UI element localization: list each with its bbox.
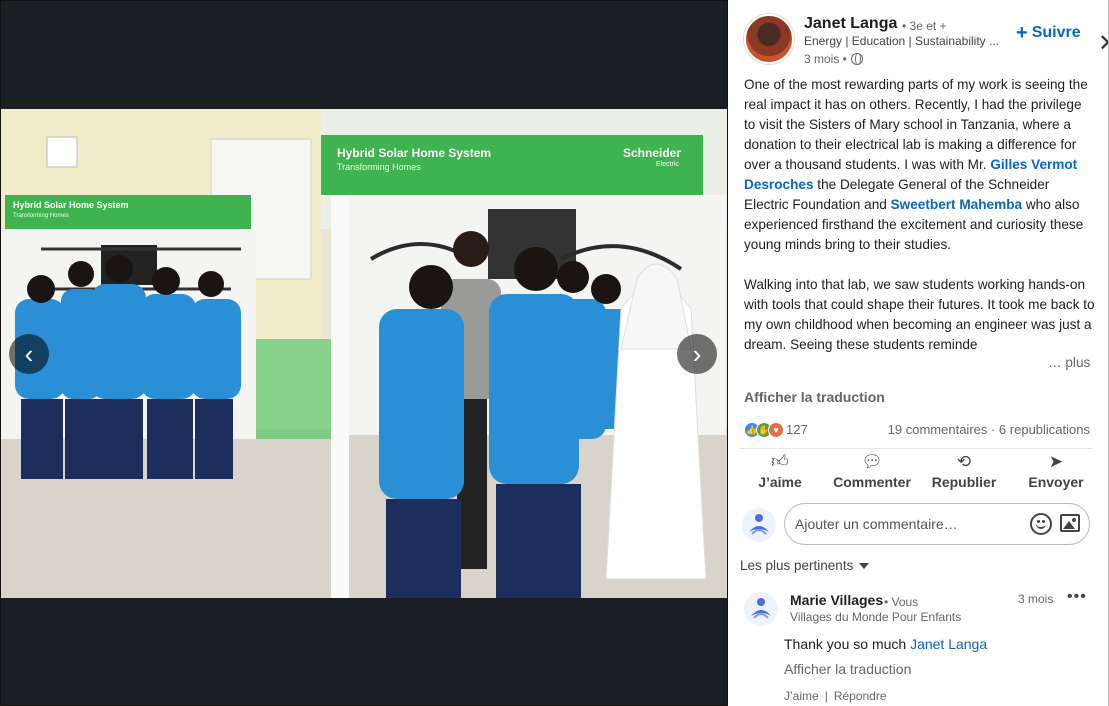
comment-text: Thank you so much Janet Langa <box>784 636 988 652</box>
commenter-you-badge: • Vous <box>884 595 919 609</box>
reaction-icons[interactable]: 👍 ✋ ♥ <box>744 422 784 438</box>
commenter-name[interactable]: Marie Villages <box>790 592 883 608</box>
close-icon[interactable]: ✕ <box>1096 32 1108 56</box>
chevron-right-icon: › <box>692 339 702 369</box>
comment-separator: | <box>824 689 828 703</box>
photo-illustration: Hybrid Solar Home System Transforming Ho… <box>1 109 727 598</box>
post-photo: Hybrid Solar Home System Transforming Ho… <box>1 109 727 598</box>
post-time: 3 mois • <box>804 52 847 66</box>
next-image-button[interactable]: › <box>677 334 717 374</box>
post-timestamp: 3 mois • <box>804 52 863 66</box>
commenter-avatar[interactable] <box>744 592 778 626</box>
comment-button[interactable]: 💬︎ Commenter <box>832 452 912 496</box>
brand-logo-sub: Electric <box>656 161 679 168</box>
mention-sweetbert[interactable]: Sweetbert Mahemba <box>891 197 1022 212</box>
chevron-left-icon: ‹ <box>24 339 34 369</box>
comment-reply-button[interactable]: Répondre <box>834 689 887 703</box>
previous-image-button[interactable]: ‹ <box>9 334 49 374</box>
organization-logo-icon <box>751 598 771 619</box>
repost-icon: ⟲ <box>956 452 972 471</box>
image-icon[interactable] <box>1060 514 1080 532</box>
post-panel: Janet Langa • 3e et + Energy | Education… <box>728 0 1109 706</box>
brand-logo: Schneider <box>623 146 681 160</box>
thumbs-up-icon: 👍︎ <box>771 452 789 471</box>
caret-down-icon <box>859 562 870 569</box>
commenter-headline: Villages du Monde Pour Enfants <box>790 610 962 624</box>
author-name[interactable]: Janet Langa <box>804 15 897 33</box>
love-reaction-icon: ♥ <box>768 422 784 438</box>
send-icon: ➤ <box>1048 452 1064 471</box>
post-paragraph-2: Walking into that lab, we saw students w… <box>744 277 1095 352</box>
banner-right-title: Hybrid Solar Home System <box>337 146 491 160</box>
divider <box>740 448 1092 449</box>
banner-left-title: Hybrid Solar Home System <box>13 200 129 210</box>
comment-like-button[interactable]: J’aime <box>784 689 819 703</box>
comment-icon: 💬︎ <box>861 452 883 471</box>
more-options-icon[interactable]: ••• <box>1067 588 1087 606</box>
comment-translate-link[interactable]: Afficher la traduction <box>784 661 911 677</box>
translate-link[interactable]: Afficher la traduction <box>744 389 885 405</box>
social-counts: 👍 ✋ ♥ 127 19 commentaires · 6 republicat… <box>744 421 1090 441</box>
banner-left-sub: Transforming Homes <box>13 213 69 219</box>
emoji-icon[interactable] <box>1030 513 1052 535</box>
comment-time: 3 mois <box>1018 592 1054 606</box>
comment-item: Marie Villages • Vous Villages du Monde … <box>744 588 1094 706</box>
like-button[interactable]: 👍︎ J’aime <box>740 452 820 496</box>
comment-sort-dropdown[interactable]: Les plus pertinents <box>740 558 870 573</box>
media-viewer: Hybrid Solar Home System Transforming Ho… <box>0 0 728 706</box>
mention-janet[interactable]: Janet Langa <box>910 636 987 652</box>
send-button[interactable]: ➤ Envoyer <box>1016 452 1096 496</box>
post-actions: 👍︎ J’aime 💬︎ Commenter ⟲ Republier ➤ Env… <box>740 452 1096 496</box>
follow-button[interactable]: + Suivre <box>1016 22 1081 44</box>
organization-logo-icon <box>749 514 769 535</box>
author-headline: Energy | Education | Sustainability ... <box>804 34 1000 48</box>
post-author: Janet Langa • 3e et + Energy | Education… <box>744 12 1108 72</box>
see-more-link[interactable]: … plus <box>1044 355 1091 370</box>
connection-degree: • 3e et + <box>902 19 947 33</box>
banner-right-sub: Transforming Homes <box>337 162 421 172</box>
comment-actions: J’aime | Répondre <box>784 689 887 703</box>
repost-button[interactable]: ⟲ Republier <box>924 452 1004 496</box>
post-body: One of the most rewarding parts of my wo… <box>744 75 1096 375</box>
follow-label: Suivre <box>1031 24 1081 41</box>
reactions-count[interactable]: 127 <box>786 422 808 437</box>
globe-icon <box>850 53 863 65</box>
comment-composer <box>742 503 1092 547</box>
sort-label: Les plus pertinents <box>740 558 854 573</box>
user-avatar[interactable] <box>742 508 776 542</box>
plus-icon: + <box>1016 22 1028 44</box>
comments-reposts-count[interactable]: 19 commentaires · 6 republications <box>888 422 1090 437</box>
post-paragraph-1: One of the most rewarding parts of my wo… <box>744 77 1088 252</box>
author-avatar[interactable] <box>744 14 794 64</box>
